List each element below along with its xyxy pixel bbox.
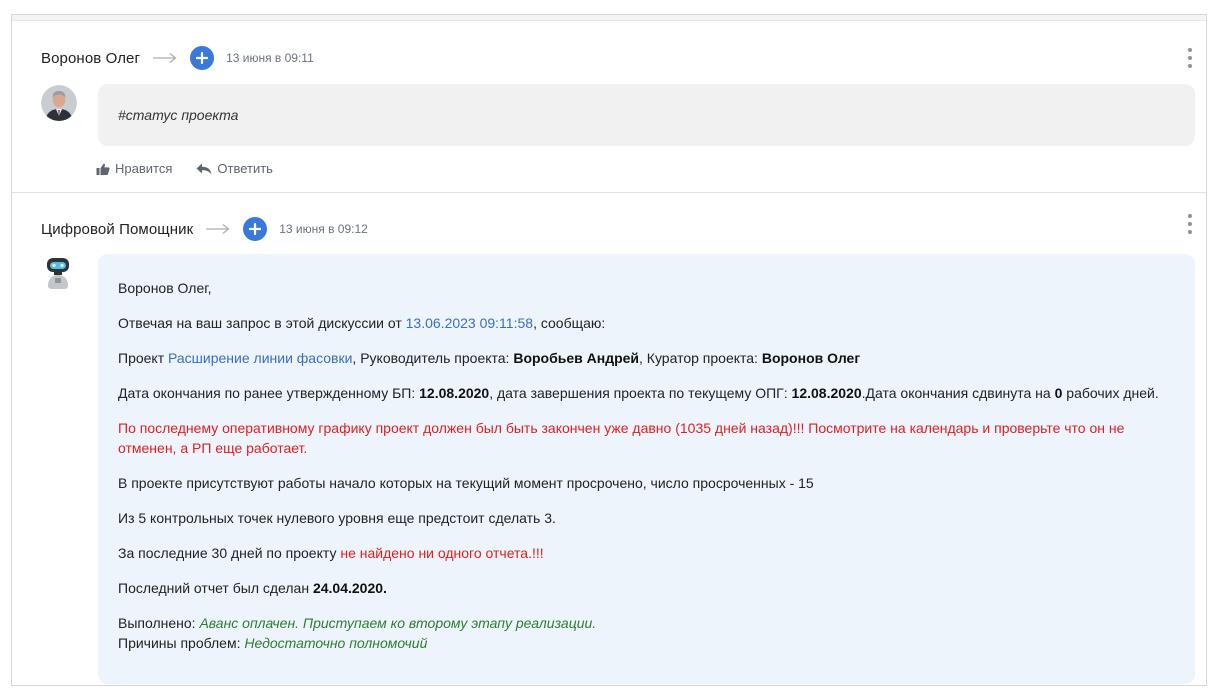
- robot-icon: [47, 258, 69, 289]
- reply-label: Ответить: [217, 161, 273, 176]
- reply-arrow-icon: [196, 163, 212, 174]
- comment-bubble: #статус проекта: [98, 84, 1195, 146]
- done-line: Выполнено: Аванс оплачен. Приступаем ко …: [118, 615, 597, 631]
- arrow-right-icon: [205, 223, 231, 235]
- comment-voronov: Воронов Олег 13 июня в 09:11 #статус про…: [12, 21, 1206, 193]
- like-button[interactable]: Нравится: [96, 161, 172, 176]
- checkpoints-line: Из 5 контрольных точек нулевого уровня е…: [118, 510, 556, 526]
- bot-message: Воронов Олег, Отвечая на ваш запрос в эт…: [98, 254, 1195, 684]
- author-name[interactable]: Воронов Олег: [41, 50, 140, 67]
- project-line: Проект Расширение линии фасовки, Руковод…: [118, 350, 861, 366]
- comment-actions: Нравится Ответить: [96, 161, 297, 176]
- comment-text: #статус проекта: [118, 107, 239, 123]
- last-report-line: Последний отчет был сделан 24.04.2020.: [118, 580, 387, 596]
- request-datetime-link[interactable]: 13.06.2023 09:11:58: [406, 315, 533, 331]
- plus-icon: [249, 223, 262, 235]
- overdue-line: В проекте присутствуют работы начало кот…: [118, 475, 814, 491]
- discussion-panel: Воронов Олег 13 июня в 09:11 #статус про…: [11, 14, 1207, 686]
- comment-header: Цифровой Помощник 13 июня в 09:12: [41, 216, 368, 242]
- arrow-right-icon: [152, 52, 178, 64]
- project-link[interactable]: Расширение линии фасовки: [168, 350, 352, 366]
- avatar-voronov[interactable]: [41, 85, 77, 121]
- greeting: Воронов Олег,: [118, 280, 212, 296]
- dates-line: Дата окончания по ранее утвержденному БП…: [118, 385, 1159, 401]
- author-name[interactable]: Цифровой Помощник: [41, 221, 193, 238]
- more-options-icon[interactable]: [1186, 48, 1194, 68]
- project-curator: Воронов Олег: [761, 350, 861, 366]
- add-recipient-button[interactable]: [243, 217, 268, 241]
- like-label: Нравится: [115, 161, 173, 176]
- project-manager: Воробьев Андрей: [513, 350, 640, 366]
- reports-line: За последние 30 дней по проекту не найде…: [118, 545, 544, 561]
- schedule-warning: По последнему оперативному графику проек…: [118, 420, 1125, 456]
- comment-timestamp[interactable]: 13 июня в 09:11: [226, 51, 314, 65]
- problems-line: Причины проблем: Недостаточно полномочий: [118, 635, 428, 651]
- reply-button[interactable]: Ответить: [196, 161, 273, 176]
- avatar-bot[interactable]: [44, 256, 80, 292]
- request-line: Отвечая на ваш запрос в этой дискуссии о…: [118, 315, 606, 331]
- plus-icon: [196, 52, 209, 64]
- comment-timestamp[interactable]: 13 июня в 09:12: [279, 222, 368, 236]
- comment-digital-assistant: Цифровой Помощник 13 июня в 09:12 Вороно…: [12, 193, 1206, 685]
- more-options-icon[interactable]: [1186, 214, 1194, 234]
- add-recipient-button[interactable]: [190, 46, 215, 70]
- comment-header: Воронов Олег 13 июня в 09:11: [41, 45, 314, 71]
- thumbs-up-icon: [96, 163, 110, 175]
